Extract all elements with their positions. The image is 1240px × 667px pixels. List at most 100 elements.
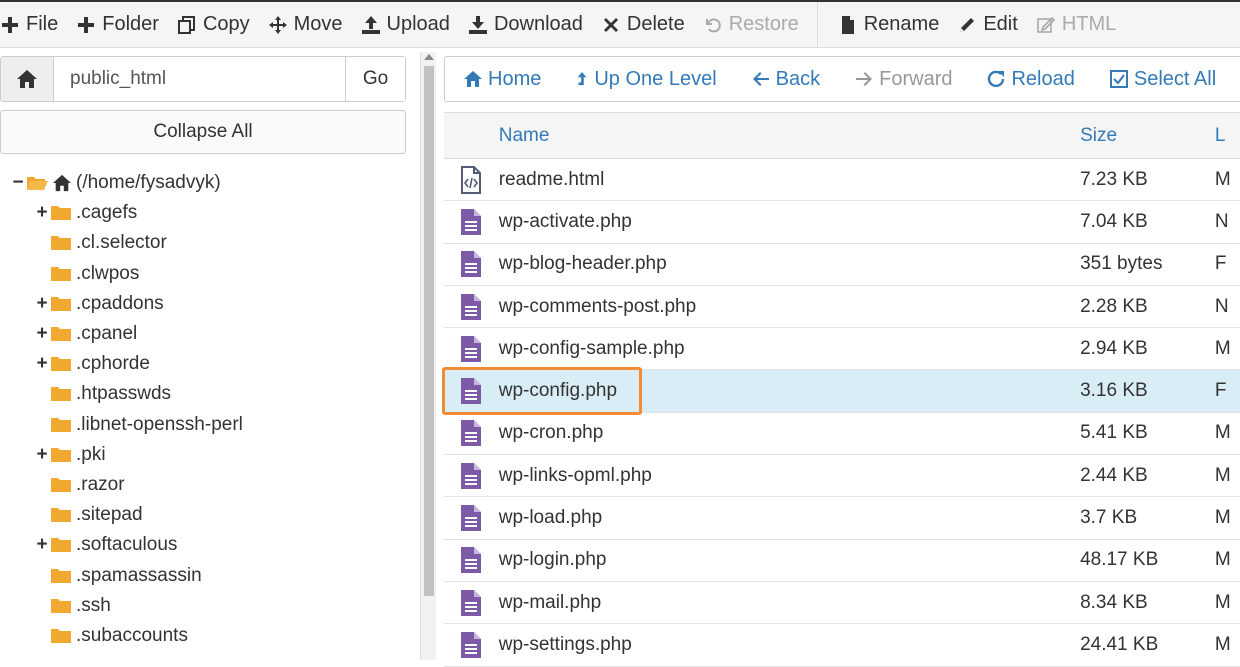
path-input[interactable]: [54, 57, 345, 101]
table-row[interactable]: wp-blog-header.php 351 bytes F: [444, 244, 1240, 286]
toolbar-html-button[interactable]: HTML: [1036, 2, 1134, 47]
tree-root-label: (/home/fysadvyk): [76, 172, 221, 194]
column-header-size[interactable]: Size: [1080, 125, 1215, 147]
nav-back-button[interactable]: Back: [751, 68, 820, 91]
table-row[interactable]: wp-activate.php 7.04 KB N: [444, 201, 1240, 244]
upload-icon-wrap: [361, 15, 381, 35]
folder-icon: [51, 477, 71, 492]
tree-item[interactable]: .clwpos: [0, 259, 406, 289]
go-button[interactable]: Go: [345, 57, 405, 101]
tree-item[interactable]: + .cpanel: [0, 319, 406, 349]
table-row[interactable]: wp-config-sample.php 2.94 KB M: [444, 328, 1240, 371]
table-row[interactable]: wp-settings.php 24.41 KB M: [444, 624, 1240, 667]
toolbar-upload-button[interactable]: Upload: [361, 2, 468, 47]
nav-home-button[interactable]: Home: [463, 68, 541, 91]
file-name: wp-blog-header.php: [498, 253, 667, 275]
toolbar-folder-button[interactable]: Folder: [76, 2, 177, 47]
scroll-thumb[interactable]: [424, 66, 434, 596]
table-row[interactable]: wp-comments-post.php 2.28 KB N: [444, 286, 1240, 329]
file-type-cell: [444, 335, 499, 363]
tree-item[interactable]: .subaccounts: [0, 621, 406, 651]
tree-item[interactable]: .sitepad: [0, 500, 406, 530]
tree-item[interactable]: + .pki: [0, 440, 406, 470]
file-last-modified: F: [1214, 380, 1227, 402]
expand-toggle-icon[interactable]: +: [34, 444, 50, 466]
file-name: wp-login.php: [498, 549, 607, 571]
copy-icon-wrap: [177, 15, 197, 35]
file-last-modified: M: [1214, 591, 1231, 613]
file-last-modified: M: [1214, 168, 1231, 190]
toolbar-restore-button[interactable]: Restore: [703, 2, 817, 47]
tree-scrollbar[interactable]: [420, 52, 436, 660]
folder-icon: [51, 236, 71, 251]
tree-item[interactable]: .htpasswds: [0, 379, 406, 409]
nav-button-label: Forward: [879, 67, 953, 90]
table-row[interactable]: readme.html 7.23 KB M: [444, 159, 1240, 202]
path-home-button[interactable]: [1, 57, 54, 101]
open-folder-icon: [27, 177, 48, 191]
download-icon-wrap: [468, 15, 488, 35]
nav-select-all-button[interactable]: Select All: [1109, 68, 1216, 91]
nav-button-label: Select All: [1133, 67, 1217, 90]
expand-toggle-icon[interactable]: +: [34, 534, 50, 556]
expand-toggle-icon[interactable]: +: [34, 202, 50, 224]
nav-button-label: Reload: [1011, 67, 1075, 90]
table-row[interactable]: wp-mail.php 8.34 KB M: [444, 582, 1240, 625]
toolbar-file-button[interactable]: File: [0, 2, 76, 47]
expand-toggle-icon[interactable]: +: [34, 353, 50, 375]
scroll-up-icon[interactable]: [424, 54, 434, 60]
tree-item[interactable]: .libnet-openssh-perl: [0, 410, 406, 440]
text-file-icon: [461, 589, 482, 616]
table-row[interactable]: wp-login.php 48.17 KB M: [444, 540, 1240, 582]
nav-up-one-level-button[interactable]: Up One Level: [575, 68, 717, 91]
toolbar-copy-button[interactable]: Copy: [177, 2, 268, 47]
nav-reload-button[interactable]: Reload: [986, 67, 1075, 91]
toolbar-button-label: Download: [493, 13, 583, 35]
toolbar-move-button[interactable]: Move: [268, 2, 361, 47]
table-row-selected[interactable]: wp-config.php 3.16 KB F: [444, 370, 1240, 413]
expand-toggle-icon[interactable]: +: [34, 323, 50, 345]
table-header: Name Size L: [444, 113, 1240, 159]
table-row[interactable]: wp-links-opml.php 2.44 KB M: [444, 455, 1240, 498]
toolbar-edit-button[interactable]: Edit: [957, 2, 1035, 47]
collapse-toggle-icon[interactable]: −: [10, 172, 26, 194]
tree-item[interactable]: .ssh: [0, 591, 406, 621]
toolbar-rename-button[interactable]: Rename: [838, 2, 958, 47]
plus-icon: [2, 16, 18, 33]
column-header-name[interactable]: Name: [499, 125, 1080, 147]
tree-item[interactable]: .spamassassin: [0, 560, 406, 590]
file-name: wp-settings.php: [498, 633, 632, 655]
collapse-all-button[interactable]: Collapse All: [0, 110, 406, 154]
text-file-icon: [461, 208, 482, 235]
restore-icon-wrap: [703, 15, 723, 35]
html-editor-icon: [1037, 16, 1055, 33]
text-file-icon: [461, 547, 482, 574]
tree-item[interactable]: .cl.selector: [0, 228, 406, 258]
delete-icon: [603, 17, 618, 32]
forward-arrow-icon: [856, 72, 873, 86]
text-file-icon: [461, 462, 482, 489]
table-body: readme.html 7.23 KB Mwp-activate.php 7.04 K…: [442, 159, 1240, 667]
tree-root[interactable]: − (/home/fysadvyk): [0, 168, 406, 198]
file-size: 351 bytes: [1080, 253, 1163, 275]
file-last-modified: N: [1214, 295, 1229, 317]
file-type-cell: [444, 462, 499, 490]
toolbar-download-button[interactable]: Download: [468, 2, 601, 47]
table-row[interactable]: wp-cron.php 5.41 KB M: [444, 413, 1240, 456]
tree-item[interactable]: .razor: [0, 470, 406, 500]
nav-forward-button[interactable]: Forward: [854, 68, 952, 91]
toolbar-delete-button[interactable]: Delete: [601, 2, 703, 47]
expand-toggle-icon[interactable]: +: [34, 293, 50, 315]
tree-item[interactable]: + .cphorde: [0, 349, 406, 379]
tree-item[interactable]: + .cpaddons: [0, 289, 406, 319]
tree-item-label: .cphorde: [76, 353, 150, 375]
tree-item[interactable]: + .cagefs: [0, 198, 406, 228]
column-header-last-modified[interactable]: L: [1215, 125, 1240, 147]
tree-item[interactable]: + .softaculous: [0, 530, 406, 560]
plus-icon: [78, 16, 95, 33]
html-file-icon: [461, 165, 482, 194]
file-type-cell: [444, 293, 499, 321]
file-size: 7.23 KB: [1080, 168, 1148, 190]
file-type-cell: [444, 377, 499, 405]
table-row[interactable]: wp-load.php 3.7 KB M: [444, 497, 1240, 540]
